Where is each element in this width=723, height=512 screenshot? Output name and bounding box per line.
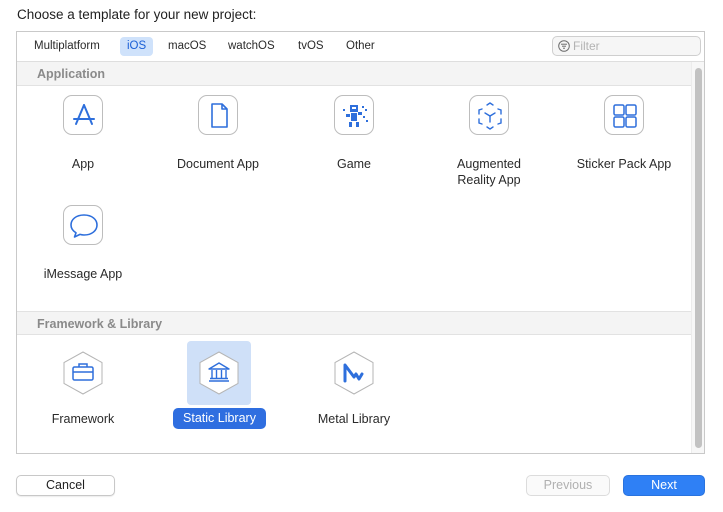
filter-input[interactable]: [573, 37, 693, 55]
filter-icon: [558, 40, 570, 52]
tab-ios[interactable]: iOS: [120, 37, 154, 56]
toolbox-hexagon-icon: [63, 351, 103, 395]
template-label: Game: [336, 157, 372, 171]
section-header-application: Application: [17, 62, 691, 86]
ar-cube-icon: [469, 95, 509, 135]
tab-macos[interactable]: macOS: [161, 37, 213, 56]
template-label: Framework: [51, 412, 115, 426]
cancel-button[interactable]: Cancel: [16, 475, 115, 496]
platform-tab-bar: Multiplatform iOS macOS watchOS tvOS Oth…: [17, 32, 704, 62]
template-framework[interactable]: Framework: [18, 350, 148, 430]
message-bubble-icon: [63, 205, 103, 245]
vertical-scrollbar[interactable]: [691, 62, 704, 453]
next-button[interactable]: Next: [623, 475, 705, 496]
template-sticker-pack-app[interactable]: Sticker Pack App: [559, 95, 689, 175]
filter-field[interactable]: [552, 36, 701, 56]
game-icon: [334, 95, 374, 135]
template-imessage-app[interactable]: iMessage App: [18, 205, 148, 285]
document-icon: [198, 95, 238, 135]
scrollbar-thumb[interactable]: [695, 68, 702, 448]
template-label: App: [71, 157, 95, 171]
grid-icon: [604, 95, 644, 135]
library-building-hexagon-icon: [199, 351, 239, 395]
template-panel: Multiplatform iOS macOS watchOS tvOS Oth…: [16, 31, 705, 454]
template-label: iMessage App: [43, 267, 123, 281]
metal-hexagon-icon: [334, 351, 374, 395]
template-document-app[interactable]: Document App: [153, 95, 283, 175]
template-label: Document App: [177, 157, 259, 171]
template-augmented-reality-app[interactable]: Augmented Reality App: [424, 95, 554, 191]
selected-template-label[interactable]: Static Library: [173, 408, 266, 429]
previous-button[interactable]: Previous: [526, 475, 610, 496]
dialog-prompt: Choose a template for your new project:: [17, 7, 257, 22]
tab-other[interactable]: Other: [339, 37, 382, 56]
template-game[interactable]: Game: [289, 95, 419, 175]
template-metal-library[interactable]: Metal Library: [289, 350, 419, 430]
section-header-framework-library: Framework & Library: [17, 311, 691, 335]
tab-multiplatform[interactable]: Multiplatform: [27, 37, 107, 56]
template-label: Sticker Pack App: [576, 157, 672, 171]
tab-tvos[interactable]: tvOS: [291, 37, 331, 56]
template-label: Augmented Reality App: [457, 157, 521, 187]
app-store-icon: [63, 95, 103, 135]
template-app[interactable]: App: [18, 95, 148, 175]
template-label: Metal Library: [317, 412, 391, 426]
tab-watchos[interactable]: watchOS: [221, 37, 282, 56]
